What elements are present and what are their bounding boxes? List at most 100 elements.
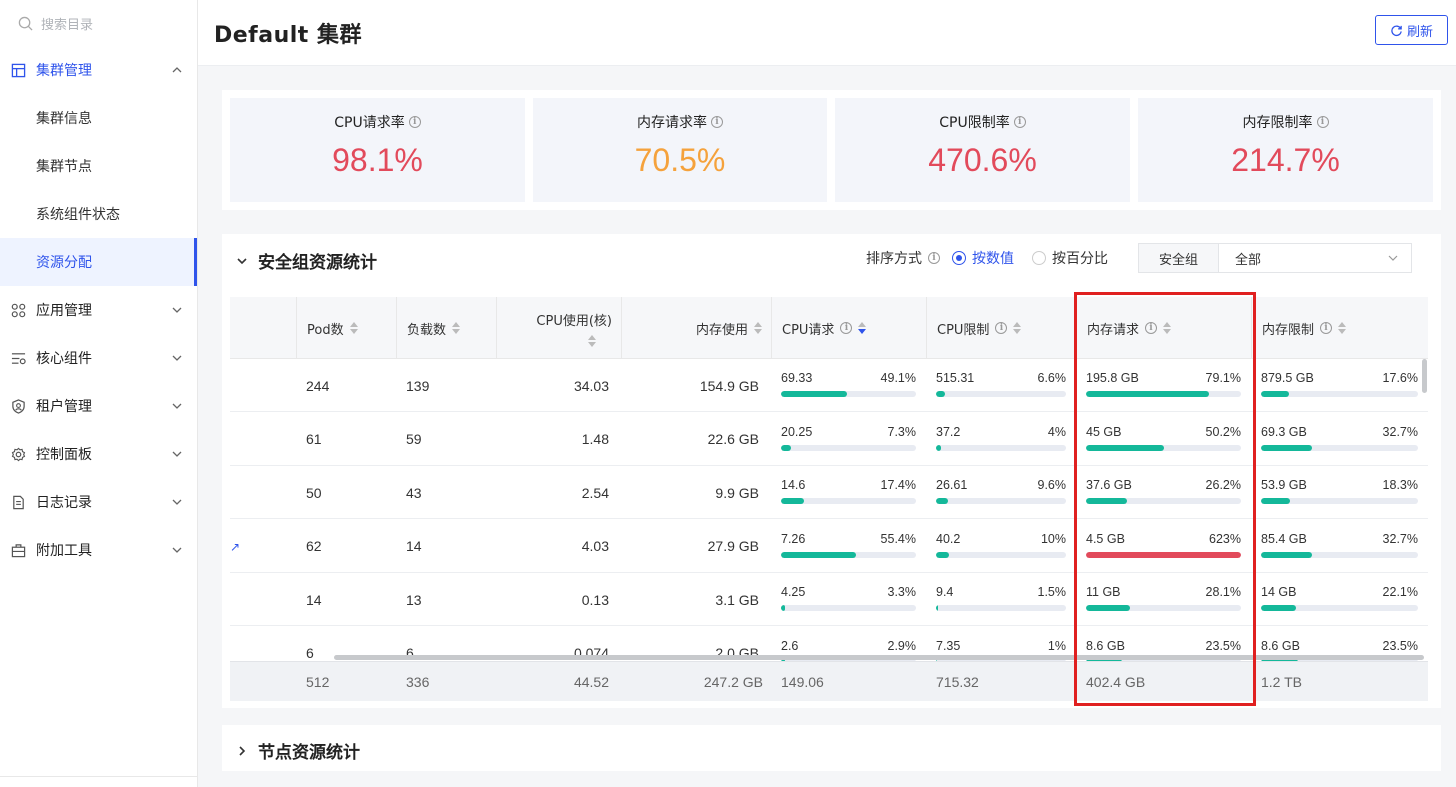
col-mem-request[interactable]: 内存请求 i xyxy=(1076,297,1252,359)
progress-track xyxy=(936,551,1066,558)
progress-fill xyxy=(1261,498,1290,504)
progress-fill xyxy=(936,444,942,451)
menu-control-panel[interactable]: 控制面板 xyxy=(0,430,197,478)
chevron-down-icon xyxy=(172,307,182,313)
table-row[interactable]: 50 43 2.54 9.9 GB 14.6 17.4% 26.61 9.6% 37.6 GB 2… xyxy=(230,466,1428,519)
menu-label: 集群管理 xyxy=(36,63,92,79)
table-header: Pod数 负载数 CPU使用(核) 内存使用 CPU请求 i CPU限制 i 内存请… xyxy=(230,297,1428,359)
catalog-search[interactable]: 搜索目录 xyxy=(0,0,197,46)
menu-label: 核心组件 xyxy=(36,351,92,367)
info-icon[interactable]: i xyxy=(995,322,1008,334)
progress-fill xyxy=(936,605,938,611)
sort-icon[interactable] xyxy=(858,322,867,334)
cell-pods: 14 xyxy=(306,591,322,608)
info-icon[interactable]: i xyxy=(1320,322,1333,334)
sidebar-item-cluster-info[interactable]: 集群信息 xyxy=(0,94,197,142)
col-cpu-use[interactable]: CPU使用(核) xyxy=(496,297,622,359)
info-icon[interactable]: i xyxy=(1013,116,1026,128)
refresh-label: 刷新 xyxy=(1406,24,1433,40)
col-mem-limit[interactable]: 内存限制 i xyxy=(1251,297,1428,359)
horizontal-scrollbar[interactable] xyxy=(334,655,1424,660)
menu-tenant-management[interactable]: 租户管理 xyxy=(0,382,197,430)
sort-icon[interactable] xyxy=(1013,322,1022,334)
radio-by-value[interactable] xyxy=(952,251,966,265)
cell-mem-use: 154.9 GB xyxy=(699,377,759,394)
sort-icon[interactable] xyxy=(1338,322,1347,334)
bar-percent: 23.5% xyxy=(1382,638,1418,653)
col-label: 内存请求 xyxy=(1087,322,1140,338)
menu-label: 租户管理 xyxy=(36,399,92,415)
bar-cell-mem-lim: 69.3 GB 32.7% xyxy=(1251,413,1428,466)
sidebar-item-component-status[interactable]: 系统组件状态 xyxy=(0,190,197,238)
col-label: Pod数 xyxy=(307,322,344,338)
radio-label-by-percent[interactable]: 按百分比 xyxy=(1052,248,1108,268)
table-row[interactable]: ↗ 62 14 4.03 27.9 GB 7.26 55.4% 40.2 10% 4.5 GB 62… xyxy=(230,519,1428,573)
bar-cell-cpu-lim: 37.2 4% xyxy=(926,413,1076,466)
info-icon[interactable]: i xyxy=(711,116,723,128)
cell-mem-use: 27.9 GB xyxy=(707,538,759,554)
bar-percent: 9.6% xyxy=(1037,478,1067,492)
bar-percent: 623% xyxy=(1209,531,1241,546)
sidebar-item-cluster-nodes[interactable]: 集群节点 xyxy=(0,142,197,190)
stat-card-memory-limit: 内存限制率 i 214.7% xyxy=(1138,98,1433,202)
menu-log-records[interactable]: 日志记录 xyxy=(0,478,197,526)
progress-track xyxy=(1086,551,1241,558)
info-icon[interactable]: i xyxy=(928,252,940,264)
sort-icon[interactable] xyxy=(349,322,358,334)
info-icon[interactable]: i xyxy=(840,322,853,334)
bar-cell-mem-lim: 879.5 GB 17.6% xyxy=(1251,359,1428,412)
bar-cell-cpu-lim: 40.2 10% xyxy=(926,520,1076,573)
radio-label-by-value[interactable]: 按数值 xyxy=(972,248,1014,268)
col-pods[interactable]: Pod数 xyxy=(296,297,397,359)
sidebar-item-resource-allocation[interactable]: 资源分配 xyxy=(0,238,197,286)
section-toggle[interactable]: 安全组资源统计 xyxy=(236,248,377,273)
bar-value: 8.6 GB xyxy=(1086,638,1125,653)
table-row[interactable]: 61 59 1.48 22.6 GB 20.25 7.3% 37.2 4% 45 GB 50.2%… xyxy=(230,412,1428,466)
col-cpu-limit[interactable]: CPU限制 i xyxy=(926,297,1077,359)
menu-extra-tools[interactable]: 附加工具 xyxy=(0,526,197,574)
progress-fill xyxy=(1086,605,1130,611)
refresh-button[interactable]: 刷新 xyxy=(1375,15,1448,45)
page-header: Default 集群 刷新 xyxy=(198,0,1456,66)
bar-value: 45 GB xyxy=(1086,424,1122,439)
bar-cell-mem-req: 4.5 GB 623% xyxy=(1076,520,1251,573)
table-row[interactable]: 244 139 34.03 154.9 GB 69.33 49.1% 515.31 6.6% 1… xyxy=(230,359,1428,412)
sort-icon[interactable] xyxy=(452,322,461,334)
chevron-down-icon xyxy=(172,547,182,553)
radio-by-percent[interactable] xyxy=(1032,251,1046,265)
tenant-icon xyxy=(10,398,26,414)
vertical-scrollbar[interactable] xyxy=(1422,359,1427,393)
col-cpu-request[interactable]: CPU请求 i xyxy=(771,297,927,359)
stat-card-cpu-limit: CPU限制率 i 470.6% xyxy=(835,98,1130,202)
sort-icon[interactable] xyxy=(754,322,762,334)
menu-app-management[interactable]: 应用管理 xyxy=(0,286,197,334)
total-mem-limit: 1.2 TB xyxy=(1261,674,1302,690)
bar-value: 53.9 GB xyxy=(1261,478,1307,492)
menu-cluster-management[interactable]: 集群管理 xyxy=(0,46,197,94)
progress-fill xyxy=(936,498,949,504)
section-toggle[interactable]: 节点资源统计 xyxy=(236,738,360,763)
bar-percent: 1.5% xyxy=(1037,585,1067,599)
col-loads[interactable]: 负载数 xyxy=(396,297,497,359)
cell-loads: 13 xyxy=(406,591,422,608)
external-link-icon[interactable]: ↗ xyxy=(230,540,240,554)
cell-loads: 59 xyxy=(406,431,422,447)
sort-icon[interactable] xyxy=(588,334,596,347)
info-icon[interactable]: i xyxy=(1145,322,1158,334)
bar-value: 8.6 GB xyxy=(1261,638,1300,653)
menu-core-components[interactable]: 核心组件 xyxy=(0,334,197,382)
bar-percent: 1% xyxy=(1047,638,1066,653)
table-row[interactable]: 14 13 0.13 3.1 GB 4.25 3.3% 9.4 1.5% 11 GB 28.1% 1… xyxy=(230,573,1428,626)
apps-icon xyxy=(10,302,26,318)
sort-icon[interactable] xyxy=(1163,322,1172,334)
sort-options: 排序方式 i 按数值 按百分比 xyxy=(866,248,1108,268)
menu-label: 应用管理 xyxy=(36,303,92,319)
info-icon[interactable]: i xyxy=(408,116,421,128)
col-mem-use[interactable]: 内存使用 xyxy=(621,297,772,359)
progress-track xyxy=(936,444,1066,451)
sub-label: 集群信息 xyxy=(36,111,92,127)
cell-cpu-use: 34.03 xyxy=(573,377,609,394)
filter-select[interactable]: 全部 xyxy=(1219,249,1411,268)
security-group-filter[interactable]: 安全组 全部 xyxy=(1138,243,1412,273)
info-icon[interactable]: i xyxy=(1316,116,1329,128)
